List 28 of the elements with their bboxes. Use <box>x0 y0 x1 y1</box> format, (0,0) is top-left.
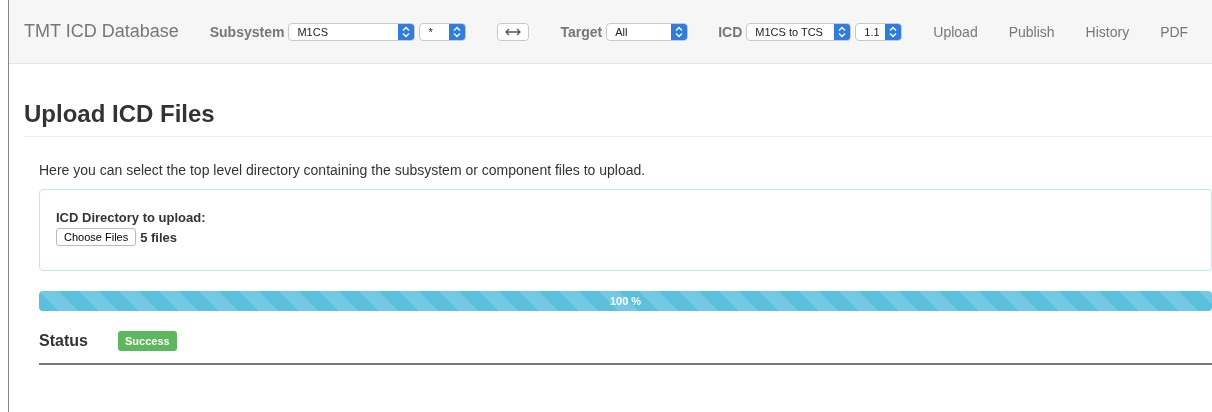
select-arrows-icon <box>398 23 415 40</box>
select-arrows-icon <box>671 23 688 40</box>
double-arrow-icon <box>505 27 522 36</box>
swap-button[interactable] <box>497 22 530 41</box>
page-title: Upload ICD Files <box>24 100 215 128</box>
progress-reading: 100 % <box>609 295 642 307</box>
subsystem-select[interactable]: M1CS <box>288 22 416 41</box>
icd-select[interactable]: M1CS to TCS <box>746 22 852 41</box>
select-arrows-icon <box>834 23 851 40</box>
field-label: ICD Directory to upload: <box>56 210 206 225</box>
version-select[interactable]: 1.1 <box>855 22 903 41</box>
icd-label: ICD <box>718 23 743 40</box>
select-arrows-icon <box>885 23 902 40</box>
status-badge: Success <box>118 331 177 351</box>
intro-text: Here you can select the top level directory containing the subsystem or component files to upload. <box>39 162 646 178</box>
choose-files-button[interactable]: Choose Files <box>56 228 137 246</box>
target-select[interactable]: All <box>606 22 689 41</box>
version-select[interactable]: * <box>419 22 467 41</box>
nav-link[interactable]: PDF <box>1160 23 1189 40</box>
target-label: Target <box>560 23 603 40</box>
nav-link[interactable]: Upload <box>933 23 978 40</box>
nav-link[interactable]: Publish <box>1008 23 1055 40</box>
brand-title[interactable]: TMT ICD Database <box>24 21 179 42</box>
file-count: 5 files <box>140 229 178 245</box>
subsystem-label: Subsystem <box>209 23 285 40</box>
nav-link[interactable]: History <box>1085 23 1130 40</box>
status-label: Status <box>39 332 89 350</box>
select-arrows-icon <box>449 23 466 40</box>
